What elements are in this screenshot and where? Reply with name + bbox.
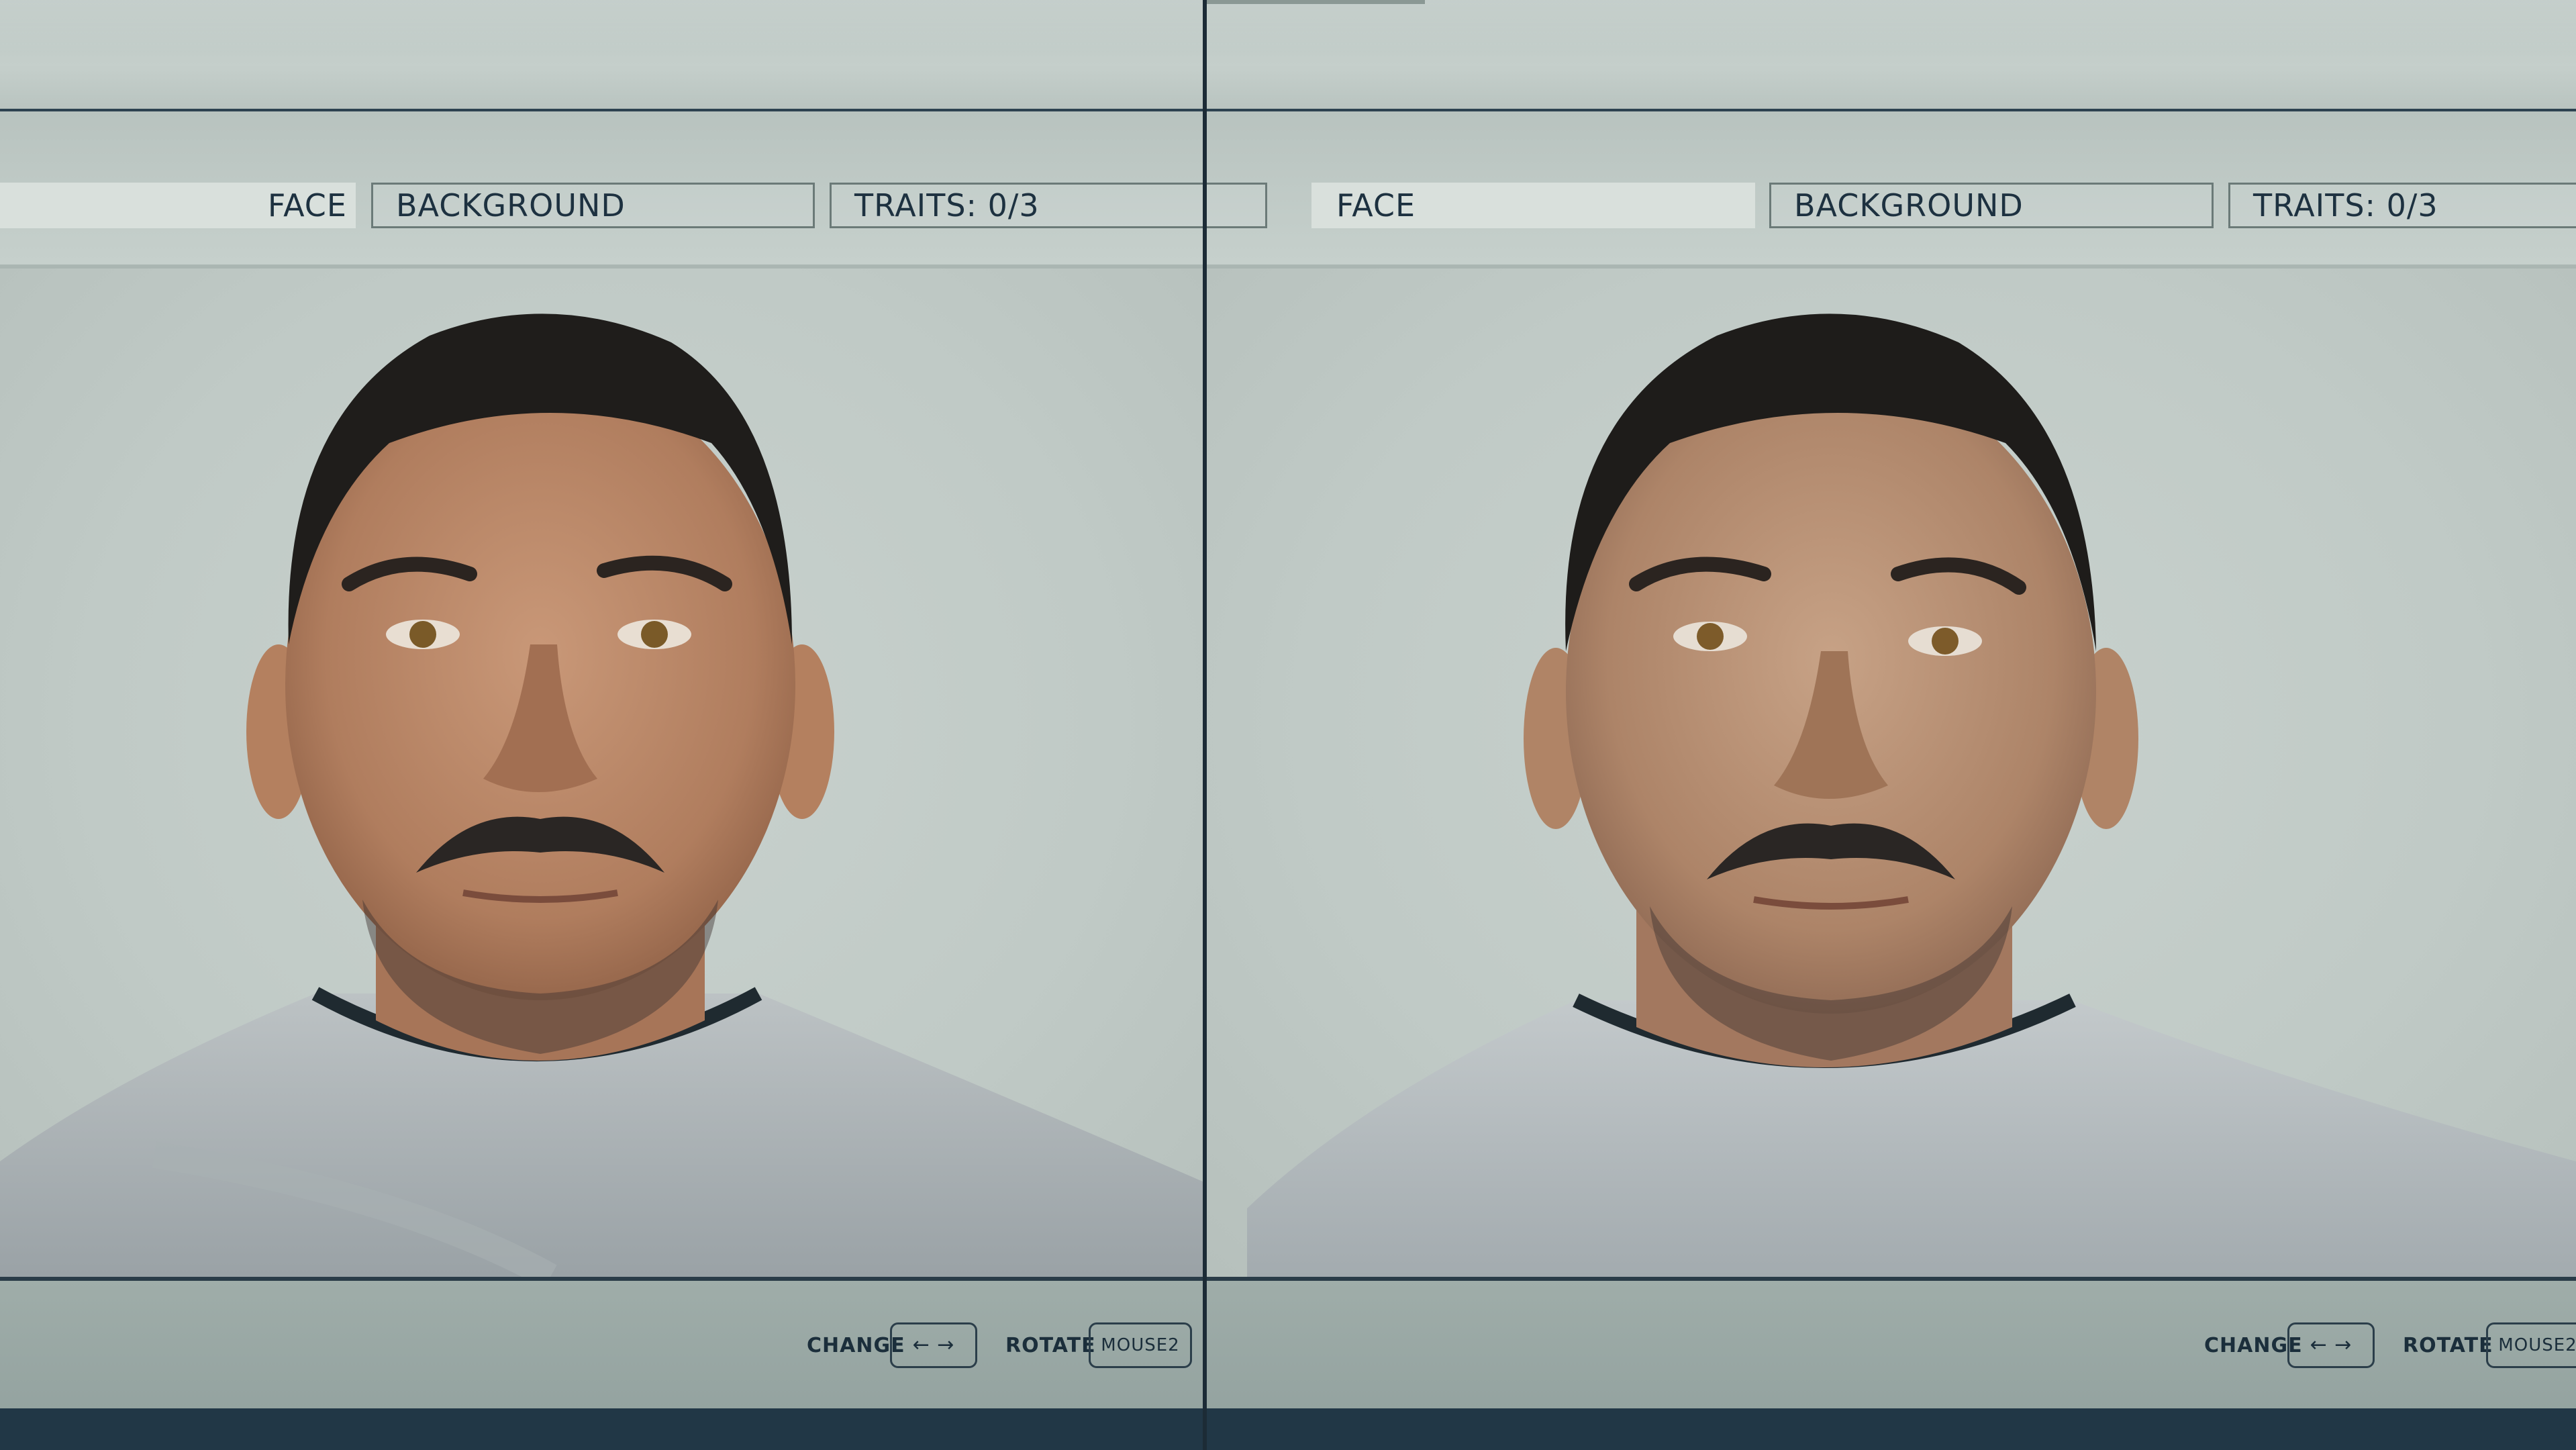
rotate-key-button[interactable]: MOUSE2 [1089,1322,1192,1368]
footer-band [0,1408,1203,1450]
footer-band [1207,1408,2576,1450]
rotate-key-button[interactable]: MOUSE2 [2486,1322,2576,1368]
tab-background[interactable]: BACKGROUND [1769,183,2214,228]
rotate-label: ROTATE [1005,1334,1096,1357]
left-panel: FACE BACKGROUND TRAITS: 0/3 CHANGE ← → R… [0,0,1203,1450]
tab-face[interactable]: FACE [0,183,356,228]
rotate-label: ROTATE [2403,1334,2493,1357]
change-keys-button[interactable]: ← → [2287,1322,2375,1368]
tab-traits[interactable]: TRAITS: 0/3 [830,183,1203,228]
character-portrait [1247,313,2576,1277]
character-viewport[interactable] [1207,269,2576,1277]
character-portrait [0,313,1203,1277]
change-keys-button[interactable]: ← → [890,1322,977,1368]
tab-edge [1207,183,1267,228]
tab-face[interactable]: FACE [1311,183,1755,228]
top-band [0,0,1203,111]
tab-background[interactable]: BACKGROUND [371,183,815,228]
right-panel: FACE BACKGROUND TRAITS: 0/3 CHANGE ← → R… [1207,0,2576,1450]
comparison-screenshot: FACE BACKGROUND TRAITS: 0/3 CHANGE ← → R… [0,0,2576,1450]
top-band [1207,0,2576,111]
top-progress-line [1207,0,1425,4]
tab-traits[interactable]: TRAITS: 0/3 [2228,183,2576,228]
character-viewport[interactable] [0,269,1203,1277]
